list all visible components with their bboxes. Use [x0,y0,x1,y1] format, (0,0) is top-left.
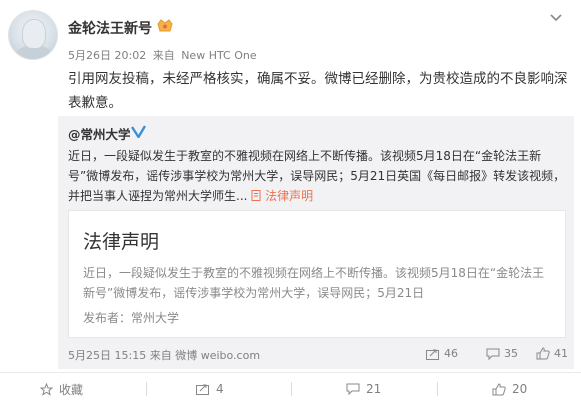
legal-notice-body: 近日，一段疑似发生于教室的不雅视频在网络上不断传播。该视频5月18日在“金轮法王… [83,266,545,300]
share-icon [426,349,439,360]
like-count: 20 [512,382,528,396]
thumbs-up-icon [536,347,550,360]
repost-share-count: 46 [444,347,458,360]
vip-badge-icon[interactable] [155,18,175,34]
repost-meta: 5月25日 15:15 来自 微博 weibo.com [68,347,260,363]
post-text: 引用网友投稿，未经严格核实，确属不妥。微博已经删除，为贵校造成的不良影响深表歉意… [68,71,568,111]
repost-text: 近日，一段疑似发生于教室的不雅视频在网络上不断传播。该视频5月18日在“金轮法王… [68,146,568,206]
thumbs-up-icon [492,382,506,395]
weibo-post-card: 金轮法王新号 5月26日 20:02 来自 New HTC One 引用网友投稿… [0,0,581,404]
repost-like-stat[interactable]: 41 [536,347,568,360]
repost-comment-count: 35 [504,347,518,360]
comment-button[interactable]: 21 [346,373,381,404]
repost-link-label: 法律声明 [265,189,314,203]
username[interactable]: 金轮法王新号 [68,18,152,38]
repost-source-prefix: 来自 [149,349,172,362]
share-count: 4 [216,382,224,396]
star-icon [40,382,53,396]
chevron-down-icon[interactable] [548,12,564,24]
repost-username[interactable]: @常州大学 [68,124,131,143]
post-timestamp[interactable]: 5月26日 20:02 [68,49,146,62]
comment-icon [486,348,500,360]
legal-notice-publisher: 发布者：常州大学 [83,311,180,325]
avatar-face [22,19,46,49]
post-source-prefix: 来自 [152,49,175,62]
repost-box: @常州大学 近日，一段疑似发生于教室的不雅视频在网络上不断传播。该视频5月18日… [58,116,574,369]
repost-link[interactable]: 法律声明 [251,189,313,203]
repost-share-stat[interactable]: 46 [426,347,458,360]
post-source[interactable]: New HTC One [181,49,256,62]
legal-notice-title: 法律声明 [83,231,160,253]
repost-timestamp[interactable]: 5月25日 15:15 [68,349,146,362]
divider [291,382,292,396]
repost-comment-stat[interactable]: 35 [486,347,518,360]
repost-body: 近日，一段疑似发生于教室的不雅视频在网络上不断传播。该视频5月18日在“金轮法王… [68,149,566,203]
avatar[interactable] [8,10,58,60]
divider [146,382,147,396]
favorite-button[interactable]: 收藏 [40,373,83,404]
verified-icon [131,125,146,138]
legal-notice-card[interactable]: 法律声明 近日，一段疑似发生于教室的不雅视频在网络上不断传播。该视频5月18日在… [68,210,566,338]
share-icon [196,384,209,395]
post-meta: 5月26日 20:02 来自 New HTC One [68,47,260,63]
share-button[interactable]: 4 [196,373,224,404]
comment-icon [346,383,360,395]
like-button[interactable]: 20 [492,373,527,404]
favorite-label: 收藏 [59,382,84,397]
repost-like-count: 41 [554,347,568,360]
doc-icon [251,190,261,201]
comment-count: 21 [366,382,382,396]
action-bar: 收藏 4 21 20 [0,372,581,404]
divider [437,382,438,396]
repost-source[interactable]: 微博 weibo.com [175,349,260,362]
